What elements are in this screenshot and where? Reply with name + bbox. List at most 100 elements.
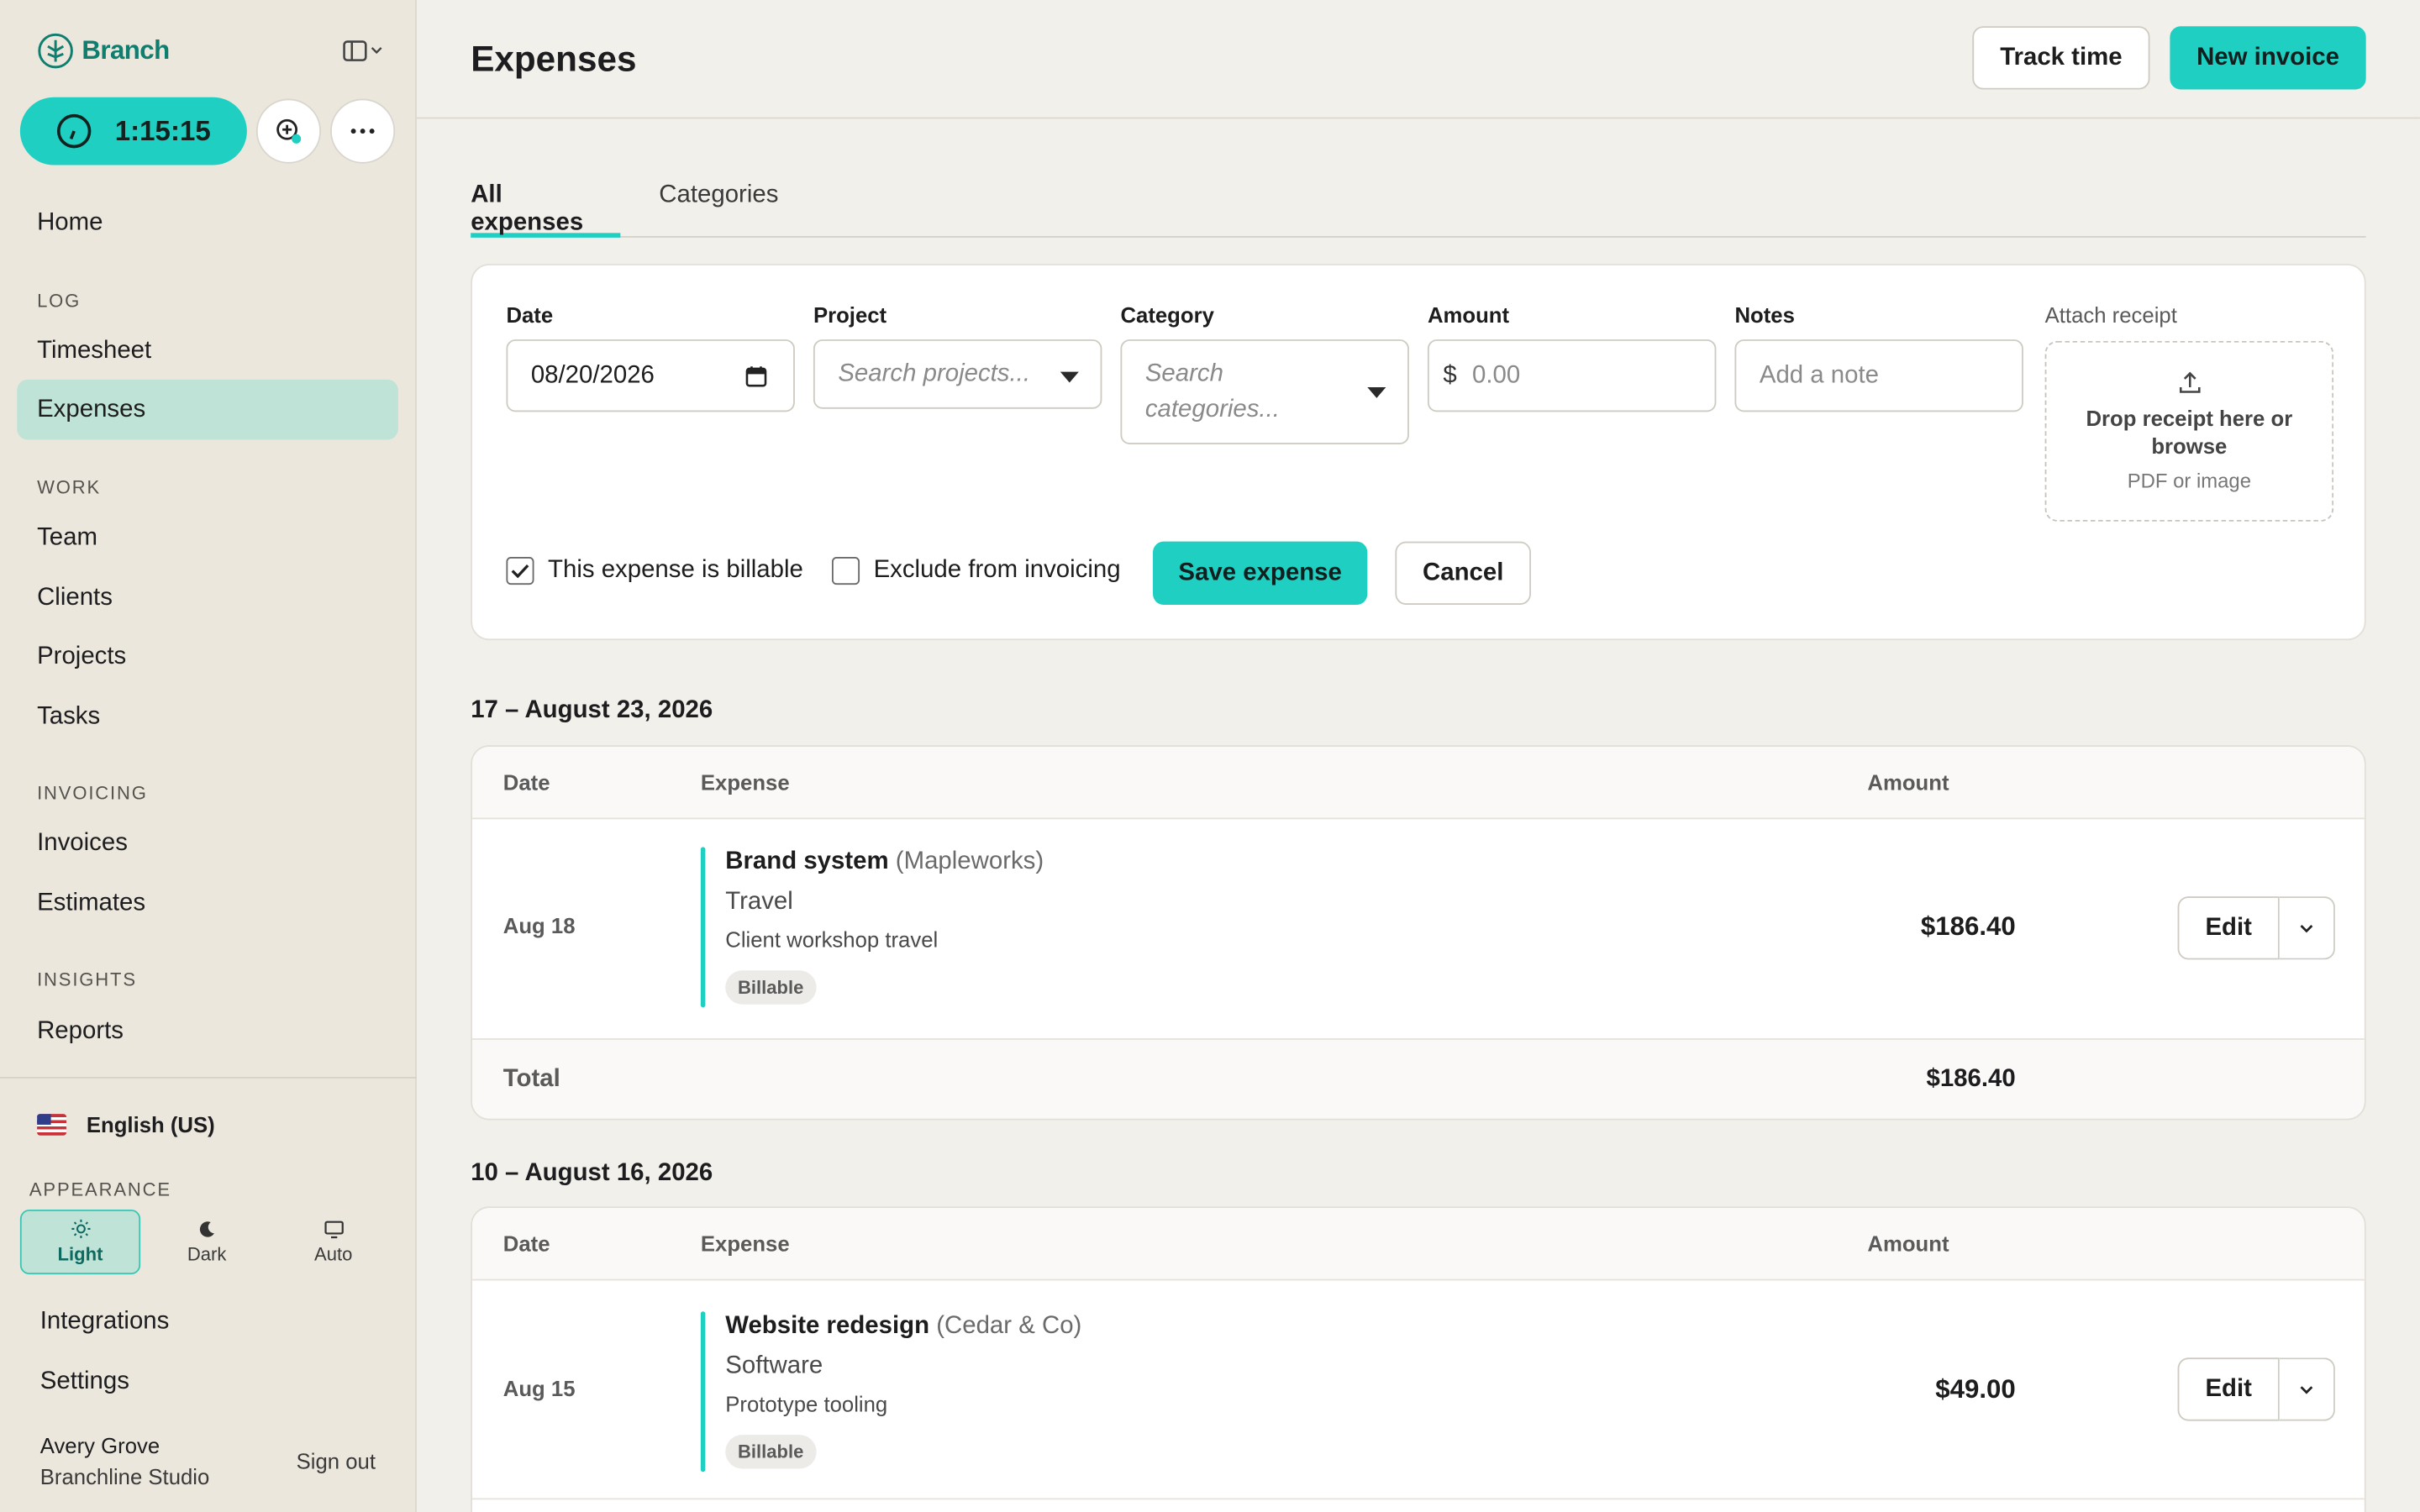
sidebar-panel-icon [343, 40, 367, 61]
page-title: Expenses [471, 38, 637, 79]
dropdown-caret-icon [1060, 371, 1079, 383]
notes-field[interactable]: Add a note [1734, 339, 2023, 412]
row-actions: Edit [2177, 1357, 2335, 1421]
save-expense-button[interactable]: Save expense [1153, 541, 1368, 605]
row-note: Prototype tooling [725, 1391, 888, 1417]
sidebar-toggle-button[interactable] [343, 40, 383, 62]
row-date: Aug 18 [502, 913, 576, 938]
nav-section-insights: INSIGHTS [37, 969, 137, 991]
project-placeholder: Search projects... [838, 360, 1030, 387]
total-label: Total [502, 1066, 560, 1093]
exclude-checkbox-row[interactable]: Exclude from invoicing [831, 557, 1121, 585]
receipt-dropzone[interactable]: Drop receipt here or browse PDF or image [2044, 340, 2334, 522]
sidebar-item-integrations[interactable]: Integrations [20, 1291, 402, 1352]
sidebar-item-home[interactable]: Home [17, 193, 398, 254]
chevron-down-icon [371, 47, 382, 55]
column-amount: Amount [1867, 769, 1949, 795]
theme-auto-button[interactable]: Auto [273, 1210, 393, 1274]
table-header: Date Expense Amount [472, 1208, 2365, 1281]
track-time-button[interactable]: Track time [1972, 26, 2150, 90]
amount-field[interactable]: $ 0.00 [1427, 339, 1717, 412]
table-header: Date Expense Amount [472, 746, 2365, 820]
client-name: (Mapleworks) [895, 848, 1044, 875]
column-date: Date [502, 769, 550, 795]
category-placeholder: Search categories... [1144, 360, 1280, 423]
stopwatch-icon [57, 113, 92, 149]
sidebar-item-clients[interactable]: Clients [17, 568, 398, 628]
total-row: Total $186.40 [472, 1038, 2365, 1119]
billable-checkbox-row[interactable]: This expense is billable [506, 557, 803, 585]
branch-logo-icon [38, 33, 73, 69]
checkmark-icon [511, 564, 529, 579]
column-date: Date [502, 1231, 550, 1257]
nav-section-work: WORK [37, 476, 102, 499]
new-invoice-button[interactable]: New invoice [2170, 26, 2366, 90]
expense-table: Date Expense Amount Aug 15 Website redes… [471, 1206, 2366, 1512]
tab-categories[interactable]: Categories [659, 182, 778, 238]
date-value: 08/20/2026 [530, 361, 655, 388]
sidebar-item-invoices[interactable]: Invoices [17, 813, 398, 874]
more-horizontal-icon [350, 129, 375, 134]
main-content: Expenses Track time New invoice All expe… [416, 0, 2420, 1512]
billable-label: This expense is billable [548, 557, 803, 584]
nav-section-invoicing: INVOICING [37, 782, 148, 804]
attach-receipt-label: Attach receipt [2044, 302, 2177, 328]
project-name: Brand system [725, 848, 889, 875]
moon-icon [199, 1221, 214, 1236]
category-select[interactable]: Search categories... [1120, 339, 1409, 444]
theme-dark-button[interactable]: Dark [146, 1210, 266, 1274]
user-organization: Branchline Studio [39, 1464, 210, 1489]
language-label: English (US) [86, 1112, 215, 1137]
running-timer-button[interactable]: 1:15:15 [19, 97, 247, 165]
exclude-label: Exclude from invoicing [873, 557, 1121, 584]
sidebar-item-tasks[interactable]: Tasks [17, 686, 398, 747]
sidebar-item-team[interactable]: Team [17, 507, 398, 568]
column-expense: Expense [700, 769, 790, 795]
project-select[interactable]: Search projects... [813, 339, 1102, 409]
us-flag-icon [37, 1114, 66, 1136]
theme-dark-label: Dark [187, 1242, 227, 1265]
timer-value: 1:15:15 [114, 114, 211, 146]
project-name: Website redesign [725, 1313, 930, 1340]
exclude-checkbox[interactable] [831, 557, 860, 585]
more-options-button[interactable] [330, 98, 396, 164]
project-label: Project [813, 302, 887, 328]
theme-switcher: Light Dark Auto [19, 1209, 393, 1275]
client-name: (Cedar & Co) [936, 1313, 1082, 1340]
expense-table: Date Expense Amount Aug 18 Brand system … [471, 745, 2366, 1121]
row-project: Brand system (Mapleworks) [725, 848, 1044, 876]
brand-logo[interactable]: Branch [37, 33, 170, 70]
theme-auto-label: Auto [314, 1242, 353, 1265]
language-selector[interactable]: English (US) [37, 1112, 215, 1137]
sidebar-item-projects[interactable]: Projects [17, 627, 398, 687]
sidebar-item-timesheet[interactable]: Timesheet [17, 321, 398, 381]
date-field[interactable]: 08/20/2026 [506, 339, 795, 412]
date-label: Date [506, 302, 554, 328]
dropdown-caret-icon [1367, 387, 1386, 398]
dropzone-subtitle: PDF or image [2127, 469, 2251, 492]
cancel-button[interactable]: Cancel [1395, 541, 1532, 605]
user-name: Avery Grove [39, 1433, 160, 1458]
sidebar-item-reports[interactable]: Reports [17, 1001, 398, 1062]
billable-checkbox[interactable] [506, 557, 534, 585]
amount-label: Amount [1427, 302, 1510, 328]
row-note: Client workshop travel [725, 927, 939, 953]
new-expense-form: Date 08/20/2026 Project Search projects.… [471, 264, 2366, 641]
quick-add-timer-button[interactable] [255, 98, 322, 164]
tab-all-expenses[interactable]: All expenses [471, 182, 621, 238]
row-category: Software [725, 1352, 823, 1380]
theme-light-button[interactable]: Light [19, 1209, 141, 1275]
currency-symbol: $ [1443, 361, 1457, 388]
sidebar-item-estimates[interactable]: Estimates [17, 874, 398, 934]
sidebar-item-settings[interactable]: Settings [20, 1352, 402, 1412]
sidebar-item-expenses[interactable]: Expenses [17, 379, 398, 440]
row-menu-button[interactable] [2279, 896, 2335, 960]
chevron-down-icon [2300, 924, 2313, 932]
edit-button[interactable]: Edit [2177, 896, 2280, 960]
brand-name: Branch [82, 35, 170, 66]
sign-out-link[interactable]: Sign out [297, 1449, 376, 1473]
theme-light-label: Light [57, 1243, 103, 1266]
page-header: Expenses Track time New invoice [416, 0, 2420, 119]
row-menu-button[interactable] [2279, 1357, 2335, 1421]
edit-button[interactable]: Edit [2177, 1357, 2280, 1421]
